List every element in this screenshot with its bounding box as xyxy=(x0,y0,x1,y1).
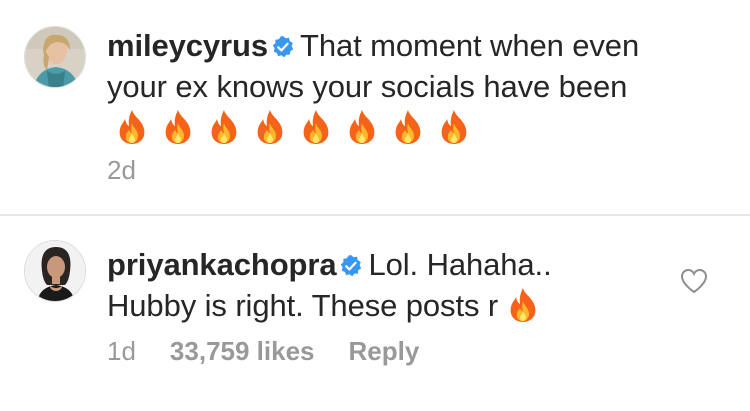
fire-emoji-icon xyxy=(207,109,241,145)
likes-count[interactable]: 33,759 likes xyxy=(170,336,315,366)
avatar-priyankachopra[interactable] xyxy=(24,240,86,302)
fire-emoji-icon xyxy=(391,109,425,145)
reply-button[interactable]: Reply xyxy=(349,336,420,366)
fire-emoji-icon xyxy=(299,109,333,145)
username-priyankachopra[interactable]: priyankachopra xyxy=(107,247,337,282)
comment-meta: 2d xyxy=(107,155,170,186)
comment-body: mileycyrus That moment when even your ex … xyxy=(107,25,667,148)
verified-badge-icon xyxy=(340,255,362,277)
comment-time[interactable]: 2d xyxy=(107,155,136,185)
fire-emoji-group xyxy=(107,110,471,145)
comment-meta: 1d 33,759 likes Reply xyxy=(107,336,453,367)
fire-emoji-icon xyxy=(115,109,149,145)
fire-emoji-icon xyxy=(437,109,471,145)
heart-outline-icon[interactable] xyxy=(680,268,708,294)
fire-emoji-icon xyxy=(506,287,540,323)
username-mileycyrus[interactable]: mileycyrus xyxy=(107,28,268,63)
avatar-mileycyrus[interactable] xyxy=(24,26,86,88)
fire-emoji-group xyxy=(498,288,540,323)
fire-emoji-icon xyxy=(253,109,287,145)
fire-emoji-icon xyxy=(161,109,195,145)
divider xyxy=(0,214,750,216)
fire-emoji-icon xyxy=(345,109,379,145)
comment-body: priyankachopra Lol. Hahaha.. Hubby is rig… xyxy=(107,244,647,326)
comment-time[interactable]: 1d xyxy=(107,336,136,366)
verified-badge-icon xyxy=(272,36,294,58)
